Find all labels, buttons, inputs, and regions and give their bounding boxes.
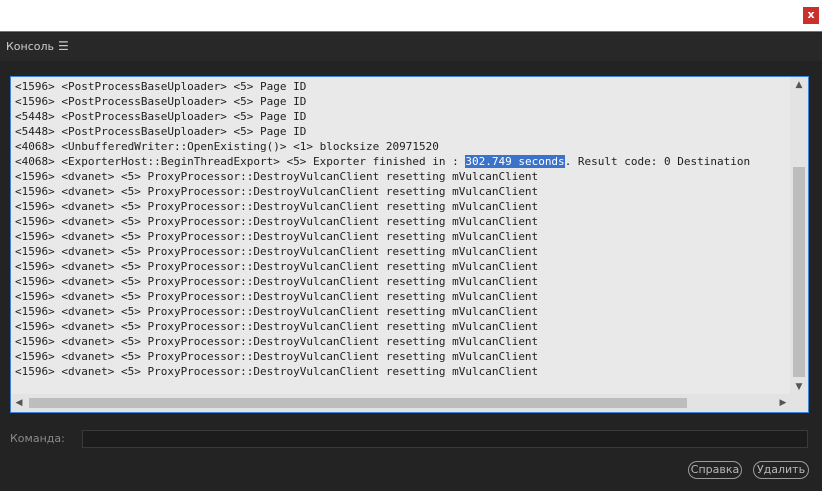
log-line: <1596> <dvanet> <5> ProxyProcessor::Dest… (15, 260, 539, 273)
log-line: <1596> <dvanet> <5> ProxyProcessor::Dest… (15, 365, 539, 378)
chevron-left-icon[interactable]: ◀ (11, 394, 27, 412)
command-input[interactable] (82, 430, 808, 448)
chevron-down-icon[interactable]: ▼ (790, 379, 808, 395)
chevron-up-icon[interactable]: ▲ (790, 77, 808, 93)
scrollbar-corner (790, 394, 808, 412)
horizontal-scroll-thumb[interactable] (29, 398, 687, 408)
log-line: <1596> <dvanet> <5> ProxyProcessor::Dest… (15, 245, 539, 258)
log-line: <5448> <PostProcessBaseUploader> <5> Pag… (15, 110, 307, 123)
delete-button[interactable]: Удалить (753, 461, 809, 479)
panel-title: Консоль (6, 40, 55, 53)
log-line: <5448> <PostProcessBaseUploader> <5> Pag… (15, 125, 307, 138)
hamburger-menu-icon[interactable]: ☰ (58, 39, 69, 53)
log-line: <4068> <UnbufferedWriter::OpenExisting()… (15, 140, 439, 153)
log-line: <1596> <dvanet> <5> ProxyProcessor::Dest… (15, 305, 539, 318)
log-line: <1596> <dvanet> <5> ProxyProcessor::Dest… (15, 290, 539, 303)
help-button[interactable]: Справка (688, 461, 742, 479)
chevron-right-icon[interactable]: ▶ (775, 394, 791, 412)
log-line: <1596> <dvanet> <5> ProxyProcessor::Dest… (15, 185, 539, 198)
log-line: <1596> <dvanet> <5> ProxyProcessor::Dest… (15, 215, 539, 228)
log-line: <4068> <ExporterHost::BeginThreadExport>… (15, 154, 791, 169)
log-line-text: . Result code: 0 Destination (564, 155, 751, 168)
log-line-text: <4068> <ExporterHost::BeginThreadExport>… (15, 155, 466, 168)
command-label: Команда: (10, 432, 65, 445)
log-line: <1596> <dvanet> <5> ProxyProcessor::Dest… (15, 320, 539, 333)
horizontal-scrollbar[interactable]: ◀ ▶ (11, 394, 791, 412)
panel-header: Консоль ☰ (0, 33, 822, 61)
log-line: <1596> <PostProcessBaseUploader> <5> Pag… (15, 80, 307, 93)
selected-text: 302.749 seconds (465, 155, 565, 168)
log-area[interactable]: <1596> <PostProcessBaseUploader> <5> Pag… (11, 77, 791, 395)
log-line: <1596> <dvanet> <5> ProxyProcessor::Dest… (15, 170, 539, 183)
window-titlebar: x (0, 0, 822, 32)
console-output[interactable]: <1596> <PostProcessBaseUploader> <5> Pag… (10, 76, 809, 413)
log-line: <1596> <dvanet> <5> ProxyProcessor::Dest… (15, 200, 539, 213)
log-line: <1596> <dvanet> <5> ProxyProcessor::Dest… (15, 335, 539, 348)
log-line: <1596> <PostProcessBaseUploader> <5> Pag… (15, 95, 307, 108)
log-line: <1596> <dvanet> <5> ProxyProcessor::Dest… (15, 275, 539, 288)
log-line: <1596> <dvanet> <5> ProxyProcessor::Dest… (15, 230, 539, 243)
log-line: <1596> <dvanet> <5> ProxyProcessor::Dest… (15, 350, 539, 363)
vertical-scrollbar[interactable]: ▲ ▼ (790, 77, 808, 395)
vertical-scroll-thumb[interactable] (793, 167, 805, 377)
close-icon[interactable]: x (803, 7, 819, 24)
